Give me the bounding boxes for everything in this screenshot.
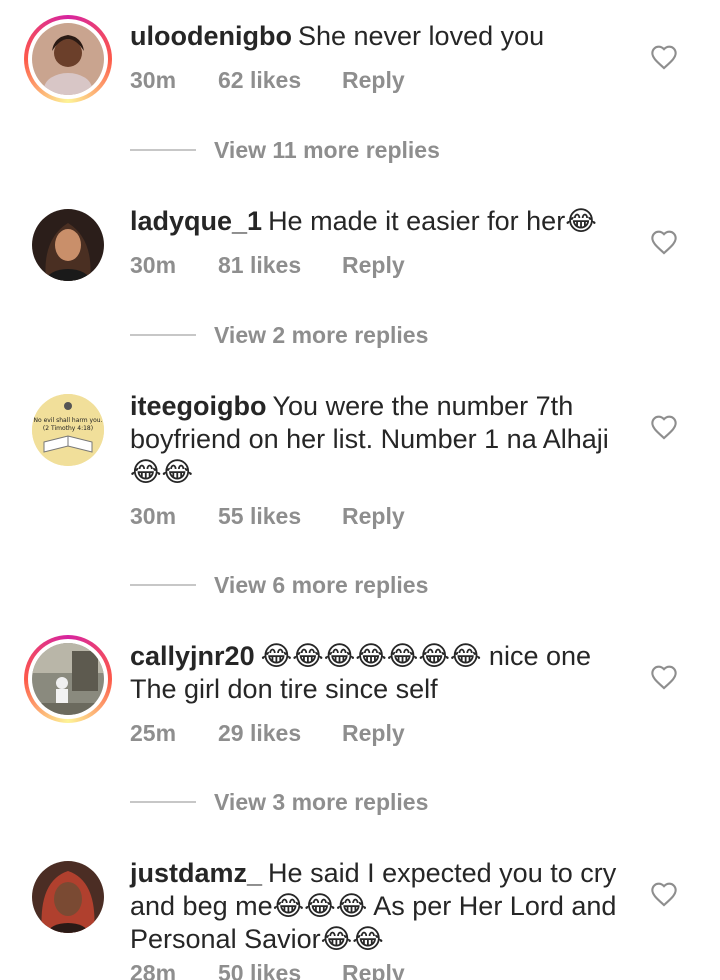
avatar-caption-line-1: No evil shall harm you. (34, 417, 103, 424)
heart-icon[interactable] (650, 44, 678, 70)
comment-time: 28m (130, 960, 177, 980)
comment-username[interactable]: callyjnr20 (130, 641, 255, 671)
comment-likes[interactable]: 62 likes (218, 67, 342, 94)
comment-time: 25m (130, 720, 177, 746)
comment-likes[interactable]: 81 likes (218, 252, 342, 279)
replies-divider (130, 149, 196, 151)
avatar[interactable] (32, 209, 104, 281)
heart-icon[interactable] (650, 881, 678, 907)
comment-meta: 28m 50 likes Reply (130, 960, 405, 980)
heart-icon[interactable] (650, 664, 678, 690)
comment-body: justdamz_ He said I expected you to cry a… (130, 857, 630, 956)
comment-body: ladyque_1 He made it easier for her😂 (130, 205, 630, 238)
avatar (32, 643, 104, 715)
view-replies-label: View 3 more replies (214, 788, 429, 815)
comment-body: callyjnr20 😂😂😂😂😂😂😂 nice one The girl don … (130, 640, 630, 706)
view-replies-button[interactable]: View 11 more replies (130, 135, 440, 165)
avatar-story-ring[interactable] (24, 15, 112, 103)
comment-meta: 30m 55 likes Reply (130, 503, 405, 530)
replies-divider (130, 584, 196, 586)
avatar (32, 23, 104, 95)
heart-icon[interactable] (650, 414, 678, 440)
avatar-caption-line-2: (2 Timothy 4:18) (43, 425, 93, 432)
comment-text: He made it easier for her😂 (268, 206, 597, 236)
comment-meta: 30m 81 likes Reply (130, 252, 405, 279)
view-replies-label: View 11 more replies (214, 136, 440, 163)
reply-button[interactable]: Reply (342, 720, 405, 747)
reply-button[interactable]: Reply (342, 960, 405, 980)
comment-body: iteegoigbo You were the number 7th boyfri… (130, 390, 630, 489)
comment-text: She never loved you (297, 21, 545, 51)
comment-time: 30m (130, 503, 177, 529)
avatar[interactable]: No evil shall harm you. (2 Timothy 4:18) (32, 394, 104, 466)
avatar-story-ring[interactable] (24, 635, 112, 723)
comment-username[interactable]: ladyque_1 (130, 206, 262, 236)
comment-likes[interactable]: 50 likes (218, 960, 342, 980)
comment-time: 30m (130, 67, 177, 93)
comment-likes[interactable]: 55 likes (218, 503, 342, 530)
comment-username[interactable]: iteegoigbo (130, 391, 267, 421)
comment-meta: 30m 62 likes Reply (130, 67, 405, 94)
replies-divider (130, 801, 196, 803)
comment-username[interactable]: uloodenigbo (130, 21, 292, 51)
view-replies-button[interactable]: View 2 more replies (130, 320, 428, 350)
reply-button[interactable]: Reply (342, 252, 405, 279)
avatar[interactable] (32, 861, 104, 933)
reply-button[interactable]: Reply (342, 67, 405, 94)
comment-username[interactable]: justdamz_ (130, 858, 262, 888)
reply-button[interactable]: Reply (342, 503, 405, 530)
comment-meta: 25m 29 likes Reply (130, 720, 405, 747)
comment-likes[interactable]: 29 likes (218, 720, 342, 747)
view-replies-button[interactable]: View 3 more replies (130, 787, 428, 817)
replies-divider (130, 334, 196, 336)
heart-icon[interactable] (650, 229, 678, 255)
comment-body: uloodenigbo She never loved you (130, 20, 630, 53)
view-replies-label: View 6 more replies (214, 571, 429, 598)
view-replies-label: View 2 more replies (214, 321, 429, 348)
view-replies-button[interactable]: View 6 more replies (130, 570, 428, 600)
comment-time: 30m (130, 252, 177, 278)
